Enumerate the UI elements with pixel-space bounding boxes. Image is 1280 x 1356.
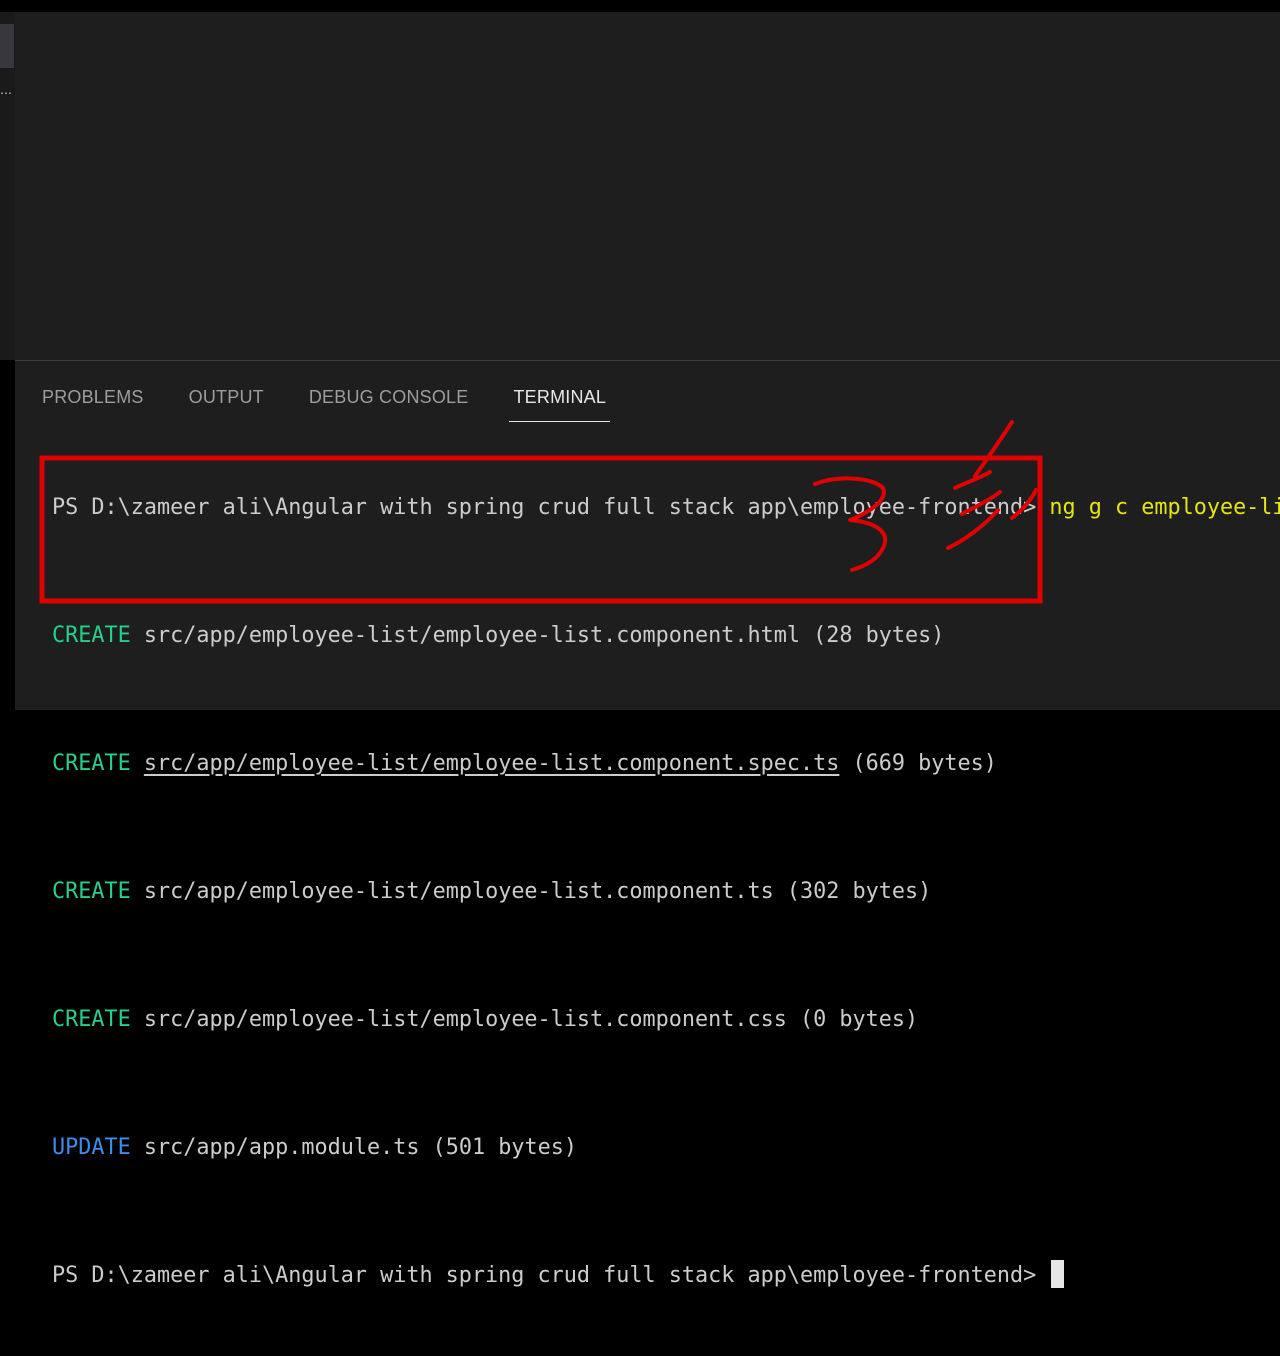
file-path[interactable]: src/app/employee-list/employee-list.comp… [144, 623, 800, 648]
tab-debug-console[interactable]: DEBUG CONSOLE [309, 384, 469, 424]
file-path[interactable]: src/app/employee-list/employee-list.comp… [144, 879, 774, 904]
terminal-line: CREATE src/app/employee-list/employee-li… [52, 876, 1280, 908]
tab-problems[interactable]: PROBLEMS [42, 384, 144, 424]
bottom-letterbox [0, 710, 1280, 720]
terminal-command: ng g c employee-list [1049, 495, 1280, 520]
file-path[interactable]: src/app/employee-list/employee-list.comp… [144, 1007, 787, 1032]
file-size: (28 bytes) [813, 623, 945, 648]
screen: … PROBLEMS OUTPUT DEBUG CONSOLE TERMINAL… [0, 0, 1280, 1288]
terminal-line: CREATE src/app/employee-list/employee-li… [52, 1004, 1280, 1036]
terminal-output[interactable]: PS D:\zameer ali\Angular with spring cru… [52, 428, 1280, 1356]
activity-bar-selected-item[interactable] [0, 24, 14, 68]
more-ellipsis-icon[interactable]: … [0, 84, 12, 96]
create-keyword: CREATE [52, 879, 131, 904]
create-keyword: CREATE [52, 623, 131, 648]
terminal-line: CREATE src/app/employee-list/employee-li… [52, 748, 1280, 780]
terminal-cursor [1051, 1260, 1065, 1288]
create-keyword: CREATE [52, 751, 131, 776]
terminal-prompt: PS D:\zameer ali\Angular with spring cru… [52, 1263, 1037, 1288]
tab-output[interactable]: OUTPUT [189, 384, 264, 424]
file-size: (501 bytes) [432, 1135, 577, 1160]
file-size: (302 bytes) [786, 879, 932, 904]
terminal-prompt: PS D:\zameer ali\Angular with spring cru… [52, 495, 1037, 520]
terminal-prompt-line: PS D:\zameer ali\Angular with spring cru… [52, 1260, 1280, 1292]
file-size: (0 bytes) [800, 1007, 919, 1032]
terminal-command-line: PS D:\zameer ali\Angular with spring cru… [52, 492, 1280, 524]
panel-tabs: PROBLEMS OUTPUT DEBUG CONSOLE TERMINAL [42, 384, 651, 424]
activity-bar: … [0, 12, 15, 360]
terminal-line: UPDATE src/app/app.module.ts (501 bytes) [52, 1132, 1280, 1164]
editor-area: … [0, 12, 1280, 360]
file-size: (669 bytes) [852, 751, 997, 776]
file-path-link[interactable]: src/app/employee-list/employee-list.comp… [144, 751, 840, 776]
terminal-line: CREATE src/app/employee-list/employee-li… [52, 620, 1280, 652]
file-path[interactable]: src/app/app.module.ts [144, 1135, 420, 1160]
create-keyword: CREATE [52, 1007, 131, 1032]
tab-terminal[interactable]: TERMINAL [509, 384, 610, 424]
update-keyword: UPDATE [52, 1135, 131, 1160]
